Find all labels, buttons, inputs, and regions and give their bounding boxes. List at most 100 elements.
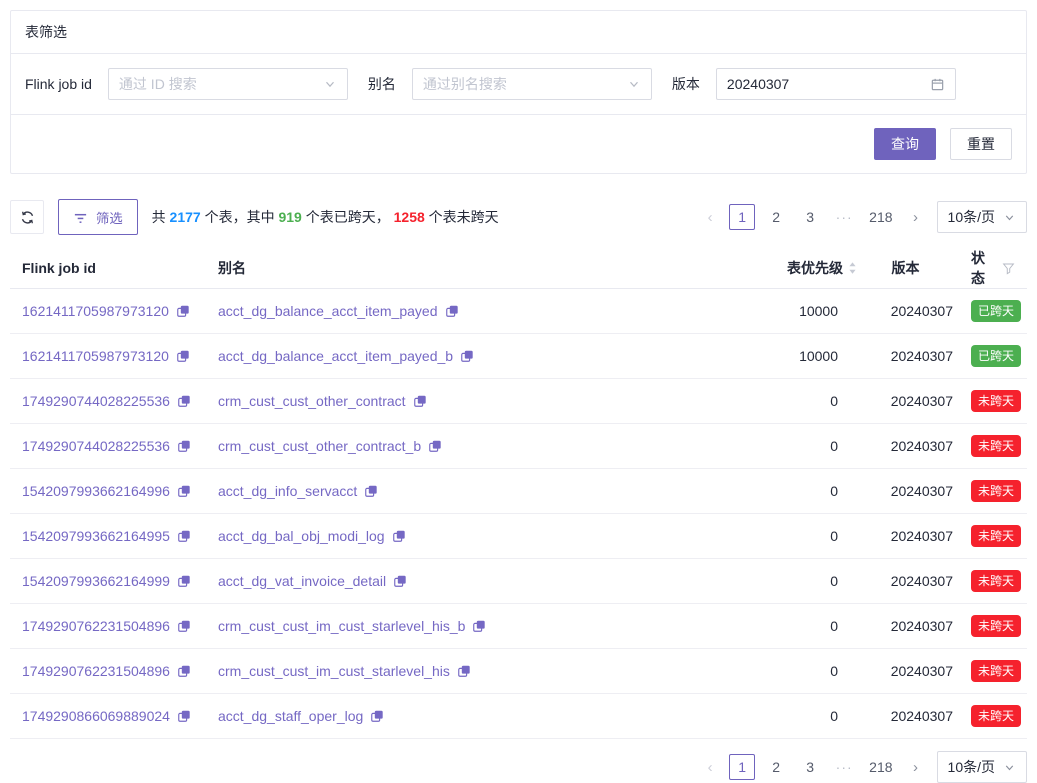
alias-link[interactable]: acct_dg_info_servacct <box>218 483 357 499</box>
cell-version: 20240307 <box>858 573 953 589</box>
page-size-select[interactable]: 10条/页 <box>937 201 1027 233</box>
status-badge: 未跨天 <box>971 660 1021 682</box>
status-badge: 未跨天 <box>971 570 1021 592</box>
copy-icon[interactable] <box>176 304 190 318</box>
copy-icon[interactable] <box>364 484 378 498</box>
pagination-ellipsis[interactable]: ··· <box>831 754 857 780</box>
flink-job-id-link[interactable]: 1749290762231504896 <box>22 663 170 679</box>
copy-icon[interactable] <box>457 664 471 678</box>
flink-job-id-link[interactable]: 1749290744028225536 <box>22 438 170 454</box>
pagination-page-1[interactable]: 1 <box>729 754 755 780</box>
flink-job-id-link[interactable]: 1542097993662164995 <box>22 528 170 544</box>
table-row: 1621411705987973120 acct_dg_balance_acct… <box>10 289 1027 334</box>
alias-label: 别名 <box>368 74 396 94</box>
filter-card-title: 表筛选 <box>11 11 1026 54</box>
alias-link[interactable]: crm_cust_cust_im_cust_starlevel_his_b <box>218 618 465 634</box>
version-date-input[interactable]: 20240307 <box>716 68 956 100</box>
copy-icon[interactable] <box>393 574 407 588</box>
copy-icon[interactable] <box>177 709 191 723</box>
copy-icon[interactable] <box>472 619 486 633</box>
pagination-page-218[interactable]: 218 <box>865 204 896 230</box>
cell-alias: acct_dg_bal_obj_modi_log <box>218 528 718 544</box>
cell-flink-job-id: 1749290744028225536 <box>22 438 218 454</box>
pagination-page-3[interactable]: 3 <box>797 754 823 780</box>
cell-flink-job-id: 1749290762231504896 <box>22 663 218 679</box>
cell-alias: acct_dg_info_servacct <box>218 483 718 499</box>
cell-flink-job-id: 1621411705987973120 <box>22 303 218 319</box>
cell-status: 未跨天 <box>953 570 1015 592</box>
cell-flink-job-id: 1542097993662164999 <box>22 573 218 589</box>
copy-icon[interactable] <box>177 529 191 543</box>
copy-icon[interactable] <box>177 574 191 588</box>
copy-icon[interactable] <box>177 394 191 408</box>
cell-flink-job-id: 1749290744028225536 <box>22 393 218 409</box>
sorter-icon[interactable] <box>847 261 858 275</box>
copy-icon[interactable] <box>428 439 442 453</box>
pagination-prev-button[interactable]: ‹ <box>699 204 721 230</box>
cell-version: 20240307 <box>858 528 953 544</box>
flink-job-id-link[interactable]: 1749290866069889024 <box>22 708 170 724</box>
flink-job-id-link[interactable]: 1749290762231504896 <box>22 618 170 634</box>
pagination-next-button[interactable]: › <box>905 754 927 780</box>
flink-job-id-link[interactable]: 1749290744028225536 <box>22 393 170 409</box>
alias-link[interactable]: acct_dg_balance_acct_item_payed <box>218 303 438 319</box>
alias-select[interactable]: 通过别名搜索 <box>412 68 652 100</box>
version-value: 20240307 <box>727 76 930 92</box>
pagination-next-button[interactable]: › <box>905 204 927 230</box>
flink-job-id-link[interactable]: 1542097993662164996 <box>22 483 170 499</box>
copy-icon[interactable] <box>177 664 191 678</box>
pagination-prev-button[interactable]: ‹ <box>699 754 721 780</box>
pagination-page-218[interactable]: 218 <box>865 754 896 780</box>
reset-button[interactable]: 重置 <box>950 128 1012 160</box>
copy-icon[interactable] <box>177 439 191 453</box>
flink-job-id-link[interactable]: 1542097993662164999 <box>22 573 170 589</box>
copy-icon[interactable] <box>370 709 384 723</box>
filter-lines-icon <box>73 210 88 225</box>
copy-icon[interactable] <box>413 394 427 408</box>
refresh-button[interactable] <box>10 200 44 234</box>
pagination-page-2[interactable]: 2 <box>763 204 789 230</box>
cell-priority: 0 <box>718 438 858 454</box>
cell-status: 未跨天 <box>953 390 1015 412</box>
col-header-flink-job-id: Flink job id <box>22 260 218 276</box>
copy-icon[interactable] <box>176 349 190 363</box>
cell-version: 20240307 <box>858 483 953 499</box>
pagination-page-3[interactable]: 3 <box>797 204 823 230</box>
flink-job-id-placeholder: 通过 ID 搜索 <box>119 74 323 94</box>
cell-flink-job-id: 1542097993662164995 <box>22 528 218 544</box>
table-row: 1542097993662164999 acct_dg_vat_invoice_… <box>10 559 1027 604</box>
cell-version: 20240307 <box>858 618 953 634</box>
cell-status: 未跨天 <box>953 480 1015 502</box>
alias-link[interactable]: crm_cust_cust_other_contract <box>218 393 406 409</box>
cell-version: 20240307 <box>858 303 953 319</box>
cell-alias: acct_dg_staff_oper_log <box>218 708 718 724</box>
alias-link[interactable]: crm_cust_cust_other_contract_b <box>218 438 421 454</box>
alias-link[interactable]: acct_dg_staff_oper_log <box>218 708 363 724</box>
alias-link[interactable]: acct_dg_vat_invoice_detail <box>218 573 386 589</box>
flink-job-id-link[interactable]: 1621411705987973120 <box>22 303 169 319</box>
page-size-select[interactable]: 10条/页 <box>937 751 1027 783</box>
filter-button[interactable]: 筛选 <box>58 199 138 235</box>
cell-alias: acct_dg_vat_invoice_detail <box>218 573 718 589</box>
copy-icon[interactable] <box>445 304 459 318</box>
pagination-page-2[interactable]: 2 <box>763 754 789 780</box>
cell-alias: crm_cust_cust_other_contract_b <box>218 438 718 454</box>
funnel-filter-icon[interactable] <box>1002 262 1015 275</box>
pagination-ellipsis[interactable]: ··· <box>831 204 857 230</box>
copy-icon[interactable] <box>392 529 406 543</box>
col-header-status: 状态 <box>953 248 1015 288</box>
cell-flink-job-id: 1749290866069889024 <box>22 708 218 724</box>
flink-job-id-link[interactable]: 1621411705987973120 <box>22 348 169 364</box>
pagination-top: ‹ 123 ··· 218 › <box>699 204 926 230</box>
query-button[interactable]: 查询 <box>874 128 936 160</box>
copy-icon[interactable] <box>177 619 191 633</box>
flink-job-id-select[interactable]: 通过 ID 搜索 <box>108 68 348 100</box>
alias-link[interactable]: acct_dg_bal_obj_modi_log <box>218 528 385 544</box>
alias-link[interactable]: acct_dg_balance_acct_item_payed_b <box>218 348 453 364</box>
alias-link[interactable]: crm_cust_cust_im_cust_starlevel_his <box>218 663 450 679</box>
col-header-priority[interactable]: 表优先级 <box>718 258 858 278</box>
copy-icon[interactable] <box>460 349 474 363</box>
pagination-page-1[interactable]: 1 <box>729 204 755 230</box>
table-row: 1542097993662164995 acct_dg_bal_obj_modi… <box>10 514 1027 559</box>
copy-icon[interactable] <box>177 484 191 498</box>
